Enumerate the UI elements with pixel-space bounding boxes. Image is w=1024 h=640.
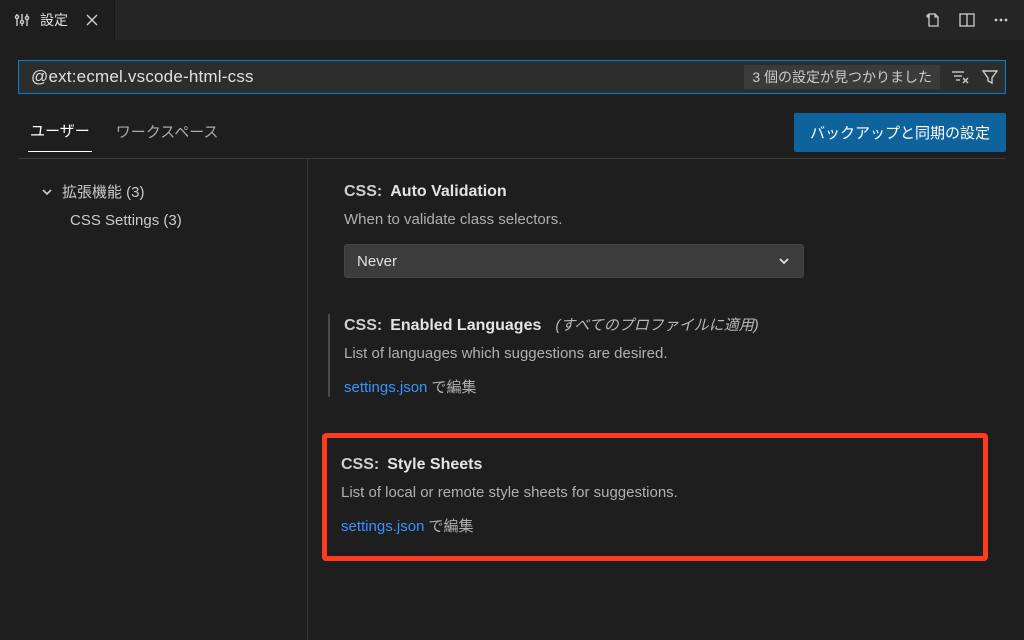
setting-select[interactable]: Never	[344, 244, 804, 278]
search-right: 3 個の設定が見つかりました	[744, 65, 1000, 89]
settings-json-link[interactable]: settings.json	[341, 518, 424, 535]
settings-json-link[interactable]: settings.json	[344, 379, 427, 396]
filter-icon[interactable]	[980, 67, 1000, 87]
toc-item-css-settings[interactable]: CSS Settings (3)	[40, 212, 297, 229]
sliders-icon	[14, 12, 30, 28]
chevron-down-icon	[40, 185, 54, 199]
titlebar-spacer	[115, 0, 910, 40]
scope-tab-workspace[interactable]: ワークスペース	[114, 113, 221, 152]
tab-settings[interactable]: 設定	[0, 0, 115, 40]
more-icon[interactable]	[992, 11, 1010, 29]
setting-desc: List of local or remote style sheets for…	[341, 484, 969, 501]
setting-title: CSS: Enabled Languages (すべてのプロファイルに適用)	[344, 314, 982, 335]
search-row: 3 個の設定が見つかりました	[18, 60, 1006, 94]
scope-tab-user[interactable]: ユーザー	[28, 112, 92, 152]
split-editor-icon[interactable]	[958, 11, 976, 29]
sync-settings-button[interactable]: バックアップと同期の設定	[794, 113, 1006, 152]
scope-tabs: ユーザー ワークスペース	[18, 112, 220, 152]
titlebar-actions	[910, 0, 1024, 40]
settings-toc: 拡張機能 (3) CSS Settings (3)	[18, 159, 308, 640]
setting-title: CSS: Auto Validation	[344, 183, 982, 201]
link-suffix: で編集	[424, 518, 473, 535]
chevron-down-icon	[777, 254, 791, 268]
scope-row: ユーザー ワークスペース バックアップと同期の設定	[18, 112, 1006, 152]
settings-editor: 3 個の設定が見つかりました ユーザー ワークスペース バックアップと同期の設定	[0, 40, 1024, 640]
settings-body: 拡張機能 (3) CSS Settings (3) CSS: Auto Vali…	[18, 159, 1006, 640]
setting-title: CSS: Style Sheets	[341, 456, 969, 474]
link-suffix: で編集	[427, 379, 476, 396]
tab-title: 設定	[40, 10, 68, 30]
toc-group-label: 拡張機能 (3)	[62, 181, 145, 202]
edit-in-settings-json[interactable]: settings.json で編集	[344, 376, 982, 397]
setting-name: Auto Validation	[390, 183, 506, 201]
setting-name: Enabled Languages	[390, 317, 541, 335]
highlight-box: CSS: Style Sheets List of local or remot…	[322, 433, 988, 561]
setting-name: Style Sheets	[387, 456, 482, 474]
setting-prefix: CSS:	[341, 456, 379, 474]
search-hit-count: 3 個の設定が見つかりました	[744, 65, 940, 89]
setting-prefix: CSS:	[344, 183, 382, 201]
setting-desc: List of languages which suggestions are …	[344, 345, 982, 362]
setting-auto-validation: CSS: Auto Validation When to validate cl…	[344, 183, 982, 278]
settings-list: CSS: Auto Validation When to validate cl…	[308, 159, 1006, 640]
setting-enabled-languages: CSS: Enabled Languages (すべてのプロファイルに適用) L…	[328, 314, 982, 397]
setting-prefix: CSS:	[344, 317, 382, 335]
setting-desc: When to validate class selectors.	[344, 211, 982, 228]
clear-filter-icon[interactable]	[950, 67, 970, 87]
titlebar: 設定	[0, 0, 1024, 40]
setting-style-sheets: CSS: Style Sheets List of local or remot…	[341, 456, 969, 536]
close-icon[interactable]	[84, 12, 100, 28]
edit-in-settings-json[interactable]: settings.json で編集	[341, 515, 969, 536]
new-file-icon[interactable]	[924, 11, 942, 29]
toc-group-extensions[interactable]: 拡張機能 (3)	[40, 177, 297, 206]
setting-scope: (すべてのプロファイルに適用)	[555, 314, 758, 335]
select-value: Never	[357, 253, 397, 270]
